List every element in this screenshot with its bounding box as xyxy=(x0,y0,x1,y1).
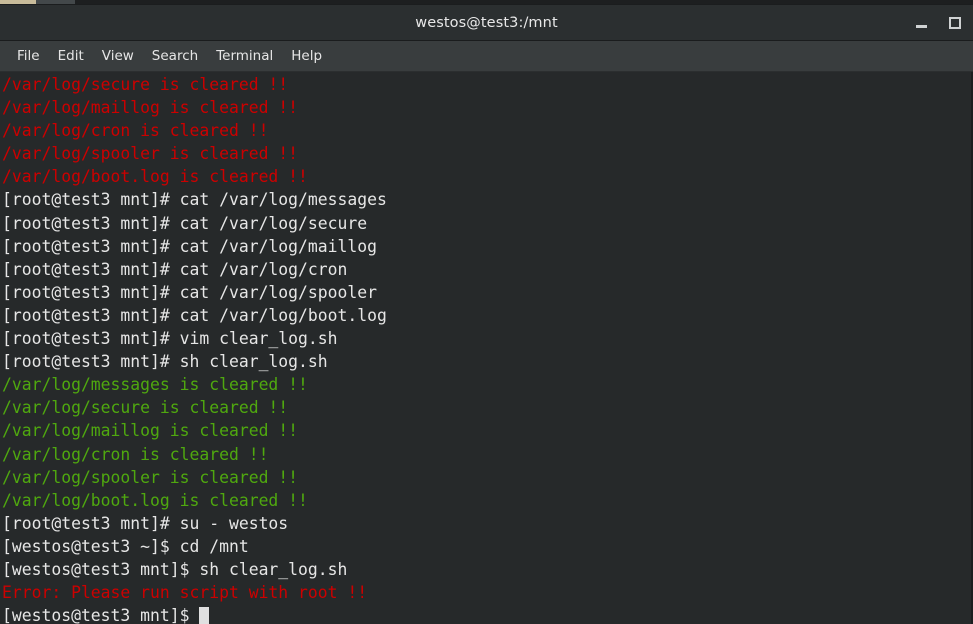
terminal-line: /var/log/cron is cleared !! xyxy=(2,121,269,141)
background-window-dark xyxy=(75,0,973,4)
terminal-line: /var/log/maillog is cleared !! xyxy=(2,98,299,118)
window-controls xyxy=(911,5,965,40)
terminal-output-area[interactable]: /var/log/secure is cleared !! /var/log/ma… xyxy=(0,72,973,624)
terminal-line: [root@test3 mnt]# cat /var/log/secure xyxy=(2,213,368,233)
menu-item-terminal[interactable]: Terminal xyxy=(207,45,282,67)
menu-item-file[interactable]: File xyxy=(8,45,49,67)
terminal-line: /var/log/cron is cleared !! xyxy=(2,444,269,464)
terminal-line: [root@test3 mnt]# cat /var/log/boot.log xyxy=(2,305,387,325)
minimize-icon xyxy=(915,24,927,28)
terminal-line: /var/log/secure is cleared !! xyxy=(2,75,289,94)
menu-item-help[interactable]: Help xyxy=(282,45,331,67)
window-title: westos@test3:/mnt xyxy=(415,14,558,31)
terminal-line: [root@test3 mnt]# vim clear_log.sh xyxy=(2,329,338,349)
menu-item-edit[interactable]: Edit xyxy=(49,45,93,67)
background-window-tan xyxy=(0,0,36,4)
minimize-button[interactable] xyxy=(911,13,931,33)
terminal-line: /var/log/secure is cleared !! xyxy=(2,398,289,418)
terminal-line: /var/log/spooler is cleared !! xyxy=(2,467,299,487)
terminal-prompt-line[interactable]: [westos@test3 mnt]$ xyxy=(2,604,971,624)
maximize-icon xyxy=(949,16,961,29)
terminal-line: [root@test3 mnt]# cat /var/log/maillog xyxy=(2,236,377,256)
menu-item-view[interactable]: View xyxy=(93,45,143,67)
terminal-line: [root@test3 mnt]# cat /var/log/cron xyxy=(2,259,348,279)
terminal-line: [root@test3 mnt]# su - westos xyxy=(2,513,289,533)
title-bar[interactable]: westos@test3:/mnt xyxy=(0,5,973,41)
background-window-gray xyxy=(36,0,75,4)
terminal-scrollback: /var/log/secure is cleared !! /var/log/ma… xyxy=(2,73,971,624)
terminal-line: [root@test3 mnt]# cat /var/log/spooler xyxy=(2,282,377,302)
terminal-line: /var/log/spooler is cleared !! xyxy=(2,144,299,164)
menu-item-search[interactable]: Search xyxy=(143,45,207,67)
text-cursor xyxy=(199,607,210,624)
terminal-line: [westos@test3 ~]$ cd /mnt xyxy=(2,536,249,556)
terminal-prompt-text: [westos@test3 mnt]$ xyxy=(2,606,200,624)
terminal-line: [root@test3 mnt]# cat /var/log/messages xyxy=(2,190,387,210)
terminal-line: /var/log/messages is cleared !! xyxy=(2,375,308,395)
terminal-line: /var/log/boot.log is cleared !! xyxy=(2,490,308,510)
terminal-window: westos@test3:/mnt File Edit View Search … xyxy=(0,5,973,624)
terminal-line: [westos@test3 mnt]$ sh clear_log.sh xyxy=(2,559,348,579)
maximize-button[interactable] xyxy=(945,13,965,33)
terminal-line: [root@test3 mnt]# sh clear_log.sh xyxy=(2,352,328,372)
terminal-line: /var/log/boot.log is cleared !! xyxy=(2,167,308,187)
terminal-line: Error: Please run script with root !! xyxy=(2,583,368,603)
menu-bar: File Edit View Search Terminal Help xyxy=(0,41,973,72)
terminal-line: /var/log/maillog is cleared !! xyxy=(2,421,299,441)
